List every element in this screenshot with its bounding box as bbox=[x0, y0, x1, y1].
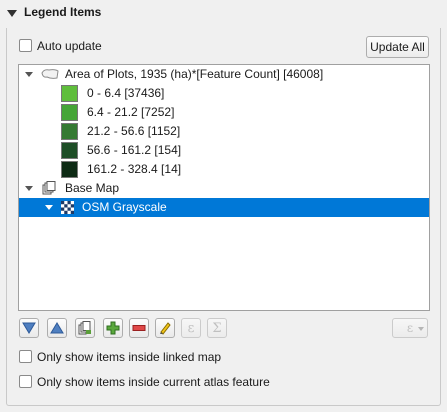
expression-button[interactable]: ε bbox=[181, 318, 201, 338]
legend-tree[interactable]: Area of Plots, 1935 (ha)*[Feature Count]… bbox=[18, 64, 430, 311]
legend-class-item[interactable]: 6.4 - 21.2 [7252] bbox=[19, 103, 429, 122]
legend-items-header[interactable]: Legend Items bbox=[0, 0, 447, 28]
filter-expression-dropdown[interactable]: ε bbox=[392, 318, 428, 338]
legend-class-item[interactable]: 56.6 - 161.2 [154] bbox=[19, 141, 429, 160]
raster-layer-icon bbox=[61, 201, 74, 214]
legend-class-item[interactable]: 21.2 - 56.6 [1152] bbox=[19, 122, 429, 141]
layer-label: Area of Plots, 1935 (ha)*[Feature Count]… bbox=[65, 67, 324, 81]
move-down-icon bbox=[22, 322, 36, 334]
atlas-feature-label: Only show items inside current atlas fea… bbox=[37, 375, 270, 389]
class-label: 161.2 - 328.4 [14] bbox=[87, 162, 182, 176]
linked-map-label: Only show items inside linked map bbox=[37, 350, 222, 364]
move-up-icon bbox=[50, 322, 64, 334]
tree-row-osm-layer[interactable]: OSM Grayscale bbox=[19, 198, 429, 217]
color-swatch bbox=[61, 161, 78, 178]
group-icon bbox=[42, 181, 56, 195]
panel-title: Legend Items bbox=[24, 5, 102, 19]
legend-class-item[interactable]: 0 - 6.4 [37436] bbox=[19, 84, 429, 103]
polygon-layer-icon bbox=[41, 69, 59, 79]
expand-arrow-icon[interactable] bbox=[25, 186, 33, 191]
chevron-down-icon bbox=[418, 327, 424, 331]
linked-map-checkbox[interactable] bbox=[19, 350, 32, 363]
tree-row-area-layer[interactable]: Area of Plots, 1935 (ha)*[Feature Count]… bbox=[19, 65, 429, 84]
add-group-icon bbox=[78, 321, 91, 335]
add-group-button[interactable] bbox=[75, 318, 95, 338]
expand-arrow-icon[interactable] bbox=[25, 72, 33, 77]
add-item-button[interactable] bbox=[103, 318, 123, 338]
legend-class-item[interactable]: 161.2 - 328.4 [14] bbox=[19, 160, 429, 179]
sum-icon: Σ bbox=[212, 320, 222, 336]
add-item-icon bbox=[106, 321, 120, 335]
move-down-button[interactable] bbox=[19, 318, 39, 338]
class-label: 6.4 - 21.2 [7252] bbox=[87, 105, 175, 119]
color-swatch bbox=[61, 123, 78, 140]
layer-label: OSM Grayscale bbox=[82, 200, 167, 214]
tree-row-base-map-group[interactable]: Base Map bbox=[19, 179, 429, 198]
auto-update-label: Auto update bbox=[37, 39, 102, 53]
filter-expression-icon: ε bbox=[406, 321, 414, 335]
class-label: 0 - 6.4 [37436] bbox=[87, 86, 165, 100]
expression-icon: ε bbox=[187, 320, 195, 336]
color-swatch bbox=[61, 85, 78, 102]
atlas-feature-checkbox[interactable] bbox=[19, 375, 32, 388]
edit-item-icon bbox=[160, 322, 171, 335]
remove-item-icon bbox=[132, 325, 146, 331]
remove-item-button[interactable] bbox=[129, 318, 149, 338]
sum-button[interactable]: Σ bbox=[207, 318, 227, 338]
edit-item-button[interactable] bbox=[155, 318, 175, 338]
color-swatch bbox=[61, 104, 78, 121]
expand-arrow-icon[interactable] bbox=[45, 205, 53, 210]
collapse-arrow-icon[interactable] bbox=[7, 10, 17, 17]
update-all-button[interactable]: Update All bbox=[366, 36, 429, 58]
class-label: 21.2 - 56.6 [1152] bbox=[87, 124, 181, 138]
move-up-button[interactable] bbox=[47, 318, 67, 338]
auto-update-checkbox[interactable] bbox=[19, 39, 32, 52]
group-label: Base Map bbox=[65, 181, 120, 195]
class-label: 56.6 - 161.2 [154] bbox=[87, 143, 182, 157]
color-swatch bbox=[61, 142, 78, 159]
